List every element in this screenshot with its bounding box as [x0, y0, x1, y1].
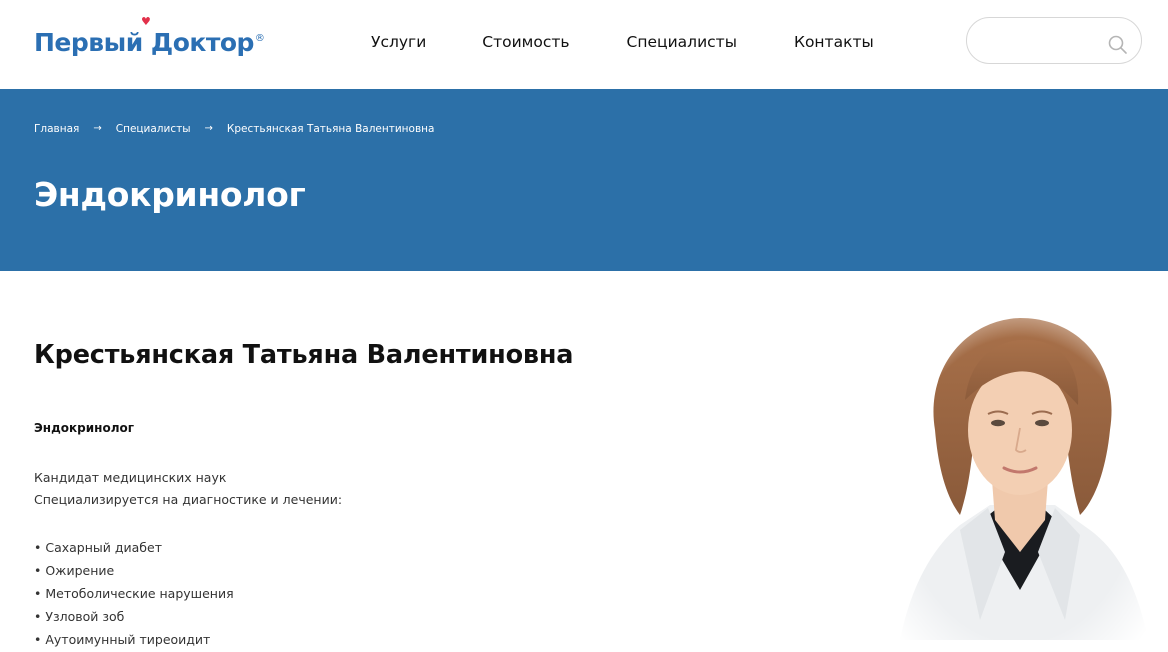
breadcrumb: Главная → Специалисты → Крестьянская Тат… [34, 122, 434, 136]
breadcrumb-specialists[interactable]: Специалисты [116, 122, 191, 136]
heart-icon: ♥ [141, 15, 151, 28]
doctor-specialty: Эндокринолог [34, 421, 135, 435]
list-item: • Аутоимунный тиреоидит [34, 632, 211, 647]
list-item: • Сахарный диабет [34, 540, 162, 555]
logo-text: Первый Доктор® [34, 27, 265, 57]
registered-mark: ® [254, 33, 265, 45]
breadcrumb-arrow-icon: → [204, 123, 213, 134]
search-input[interactable] [985, 30, 1105, 52]
list-item: • Метоболические нарушения [34, 586, 234, 601]
search-icon[interactable] [1108, 35, 1128, 55]
main-nav: Услуги Стоимость Специалисты Контакты [371, 31, 874, 53]
site-header: Первый Доктор® ♥ Услуги Стоимость Специа… [0, 0, 1168, 89]
list-item: • Узловой зоб [34, 609, 125, 624]
doctor-name: Крестьянская Татьяна Валентиновна [34, 340, 574, 370]
breadcrumb-current: Крестьянская Татьяна Валентиновна [226, 123, 435, 135]
page-banner: Главная → Специалисты → Крестьянская Тат… [0, 89, 1168, 271]
nav-item-specialists[interactable]: Специалисты [627, 31, 737, 53]
specialization-intro: Специализируется на диагностике и лечени… [34, 492, 343, 507]
nav-item-services[interactable]: Услуги [371, 31, 426, 53]
site-logo[interactable]: Первый Доктор® ♥ [34, 16, 265, 62]
page-title: Эндокринолог [34, 175, 306, 214]
doctor-photo [880, 290, 1160, 652]
breadcrumb-home[interactable]: Главная [34, 122, 79, 136]
nav-item-contacts[interactable]: Контакты [794, 31, 874, 53]
doctor-degree: Кандидат медицинских наук [34, 470, 227, 485]
breadcrumb-arrow-icon: → [93, 123, 102, 134]
nav-item-prices[interactable]: Стоимость [482, 31, 569, 53]
list-item: • Ожирение [34, 563, 115, 578]
